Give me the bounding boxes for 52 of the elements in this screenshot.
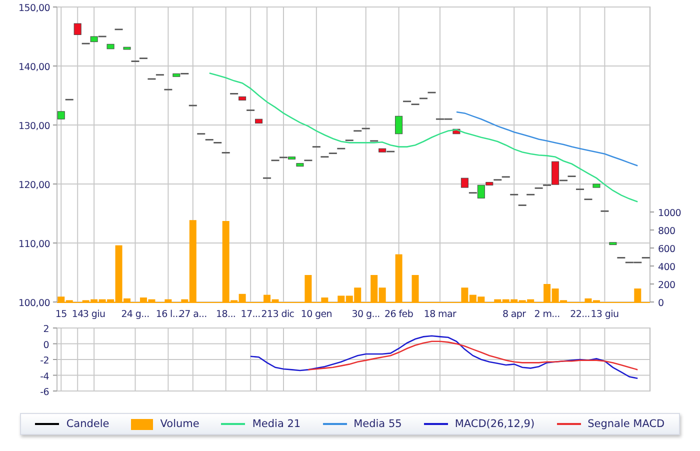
candlestick (592, 184, 600, 188)
legend-label: Candele (66, 418, 110, 430)
axis-label: 200 (658, 280, 676, 291)
candlestick (600, 210, 609, 212)
candlestick (57, 111, 65, 120)
axis-label: 110,00 (18, 239, 50, 250)
axis-label: 2 (43, 324, 49, 335)
axis-label: 10 gen (300, 309, 332, 320)
axis-label: 1000 (658, 208, 681, 219)
axis-label: 17... (240, 309, 260, 320)
axis-label: -4 (40, 371, 49, 382)
candlestick (65, 98, 74, 100)
legend-label: Media 21 (252, 418, 301, 430)
axis-label: 24 g... (121, 309, 150, 320)
axis-label: -6 (40, 387, 49, 398)
axis-label: 400 (658, 262, 676, 273)
axis-label: 8 apr (502, 309, 526, 320)
axis-label: 150,00 (18, 3, 50, 14)
candlestick (609, 242, 617, 246)
candlestick (460, 178, 468, 188)
axis-label: 22... (570, 309, 590, 320)
axis-label: 100,00 (18, 298, 50, 309)
candlestick (74, 23, 82, 35)
axis-label: 120,00 (18, 180, 50, 191)
axis-label: 13 giu (590, 309, 619, 320)
axis-label: 3 dic (272, 309, 294, 320)
legend-label: Media 55 (354, 418, 402, 430)
legend-label: Volume (160, 418, 200, 430)
axis-label: 600 (658, 244, 676, 255)
axis-label: 0 (658, 298, 664, 309)
axis-label: 14 (72, 309, 84, 320)
axis-label: 15 (55, 309, 67, 320)
axis-label: 16 l... (156, 309, 181, 320)
axis-label: 130,00 (18, 121, 50, 132)
axis-label: 18... (216, 309, 236, 320)
candlestick (395, 116, 403, 134)
axis-label: 21 (261, 309, 273, 320)
axis-label: 3 giu (82, 309, 106, 320)
legend-label: Segnale MACD (588, 418, 665, 430)
candlestick (452, 128, 460, 134)
axis-label: -2 (40, 356, 49, 366)
axis-label: 0 (43, 340, 49, 351)
candlestick (518, 204, 526, 206)
axis-label: 26 feb (384, 309, 414, 320)
axis-label: 140,00 (18, 62, 50, 73)
candlestick (263, 177, 272, 179)
axis-label: 30 g... (352, 309, 380, 320)
axis-label: 18 mar (424, 309, 456, 320)
axis-label: 800 (658, 226, 676, 237)
candlestick (188, 104, 197, 106)
axis-label: 2 m... (534, 309, 560, 320)
legend-label: MACD(26,12,9) (454, 418, 535, 430)
